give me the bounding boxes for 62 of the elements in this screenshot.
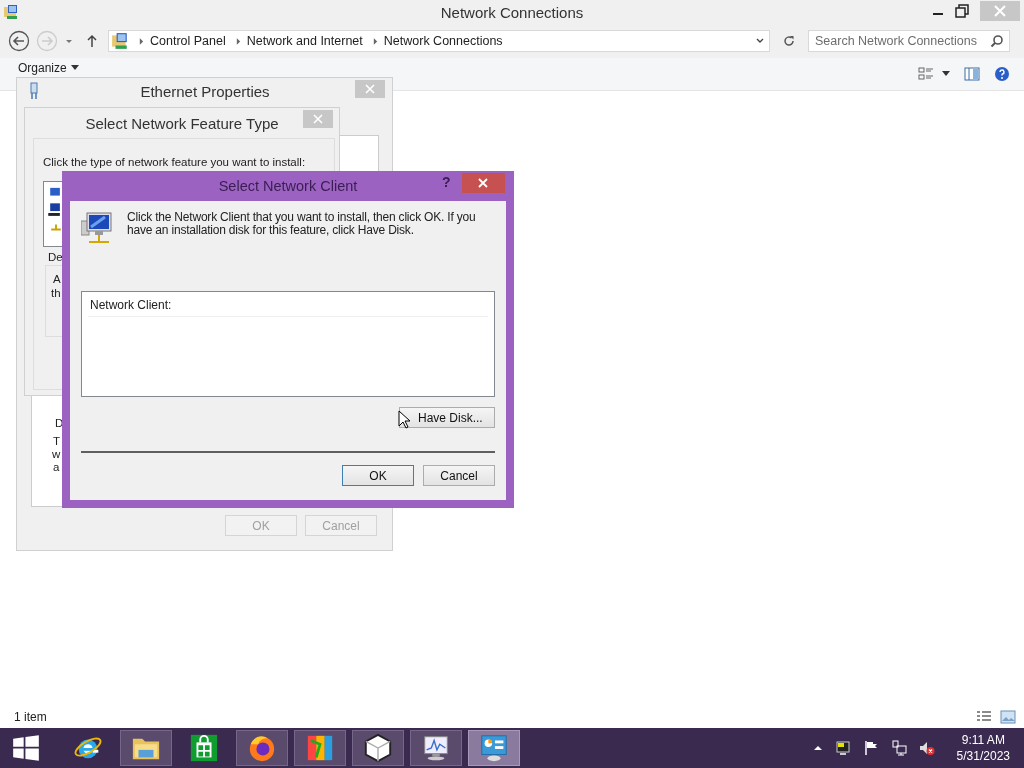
large-icons-view-icon[interactable] bbox=[1000, 709, 1016, 725]
restore-button[interactable] bbox=[952, 1, 972, 21]
taskbar-app-button[interactable] bbox=[120, 730, 172, 766]
clock-date: 5/31/2023 bbox=[956, 748, 1010, 764]
dialog-button[interactable]: OK bbox=[342, 465, 414, 486]
description-text: th bbox=[51, 287, 61, 299]
monitor-badge-icon[interactable] bbox=[834, 740, 851, 756]
windows-start-button[interactable] bbox=[12, 734, 40, 762]
dropdown-arrow-icon[interactable] bbox=[942, 71, 950, 77]
description-text: De bbox=[48, 251, 63, 263]
description-text: a bbox=[53, 461, 60, 473]
muted-speaker-icon[interactable] bbox=[918, 740, 935, 756]
status-text: 1 item bbox=[14, 710, 47, 724]
list-box[interactable]: Network Client: bbox=[81, 291, 495, 397]
description-text: A bbox=[53, 273, 61, 285]
taskbar-app-button[interactable] bbox=[410, 730, 462, 766]
dialog-button[interactable]: Cancel bbox=[423, 465, 495, 486]
refresh-button[interactable] bbox=[782, 34, 796, 48]
column-header: Network Client: bbox=[88, 292, 488, 317]
dialog-title: Select Network Client bbox=[218, 178, 358, 194]
organize-menu[interactable]: Organize bbox=[18, 61, 79, 75]
flag-icon[interactable] bbox=[862, 740, 879, 756]
have-disk-button[interactable]: Have Disk... bbox=[399, 407, 495, 428]
shopping-bag-icon bbox=[189, 733, 219, 763]
network-adapter-icon bbox=[29, 82, 39, 100]
description-text: w bbox=[52, 448, 61, 460]
caret-icon bbox=[70, 65, 79, 71]
chevron-icon bbox=[372, 37, 378, 45]
color-blocks-icon bbox=[305, 733, 335, 763]
clock-time: 9:11 AM bbox=[961, 732, 1005, 748]
dialog-title: Select Network Feature Type bbox=[85, 115, 279, 132]
breadcrumb-item[interactable]: Network and Internet bbox=[246, 34, 363, 48]
taskbar-app-button[interactable] bbox=[352, 730, 404, 766]
back-button[interactable] bbox=[8, 30, 30, 52]
cube-icon bbox=[363, 733, 393, 763]
network-computer-icon bbox=[81, 211, 113, 245]
search-icon bbox=[990, 34, 1004, 48]
chevron-icon bbox=[235, 37, 241, 45]
close-button[interactable] bbox=[462, 173, 505, 193]
network-folder-icon bbox=[111, 32, 129, 50]
chevron-icon bbox=[139, 37, 144, 45]
network-folder-icon bbox=[3, 4, 19, 20]
mouse-cursor-icon bbox=[398, 410, 410, 429]
view-options-icon[interactable] bbox=[918, 66, 934, 82]
monitor-chart-icon bbox=[421, 733, 451, 763]
search-field[interactable]: Search Network Connections bbox=[808, 30, 1010, 52]
control-panel-icon bbox=[479, 733, 509, 763]
description-text: T bbox=[53, 435, 61, 447]
up-arrow-button[interactable] bbox=[86, 34, 98, 48]
breadcrumb-item[interactable]: Network Connections bbox=[383, 34, 503, 48]
address-bar[interactable]: Control Panel Network and Internet Network Connections bbox=[108, 30, 770, 52]
preview-pane-icon[interactable] bbox=[964, 66, 980, 82]
show-hidden-icons-button[interactable] bbox=[812, 744, 823, 752]
dialog-title: Ethernet Properties bbox=[140, 83, 270, 100]
window-title: Network Connections bbox=[440, 3, 584, 21]
network-icon[interactable] bbox=[890, 740, 907, 756]
help-icon[interactable] bbox=[994, 66, 1010, 82]
prompt-text: Click the type of network feature you want to install: bbox=[43, 156, 306, 168]
clock[interactable]: 9:11 AM 5/31/2023 bbox=[956, 732, 1010, 764]
breadcrumb-item[interactable]: Control Panel bbox=[150, 34, 226, 48]
instruction-text: Click the Network Client that you want to install, then click OK. If you have an installation disk for this feature, click Have Disk. bbox=[127, 211, 477, 237]
fox-globe-icon bbox=[247, 733, 277, 763]
